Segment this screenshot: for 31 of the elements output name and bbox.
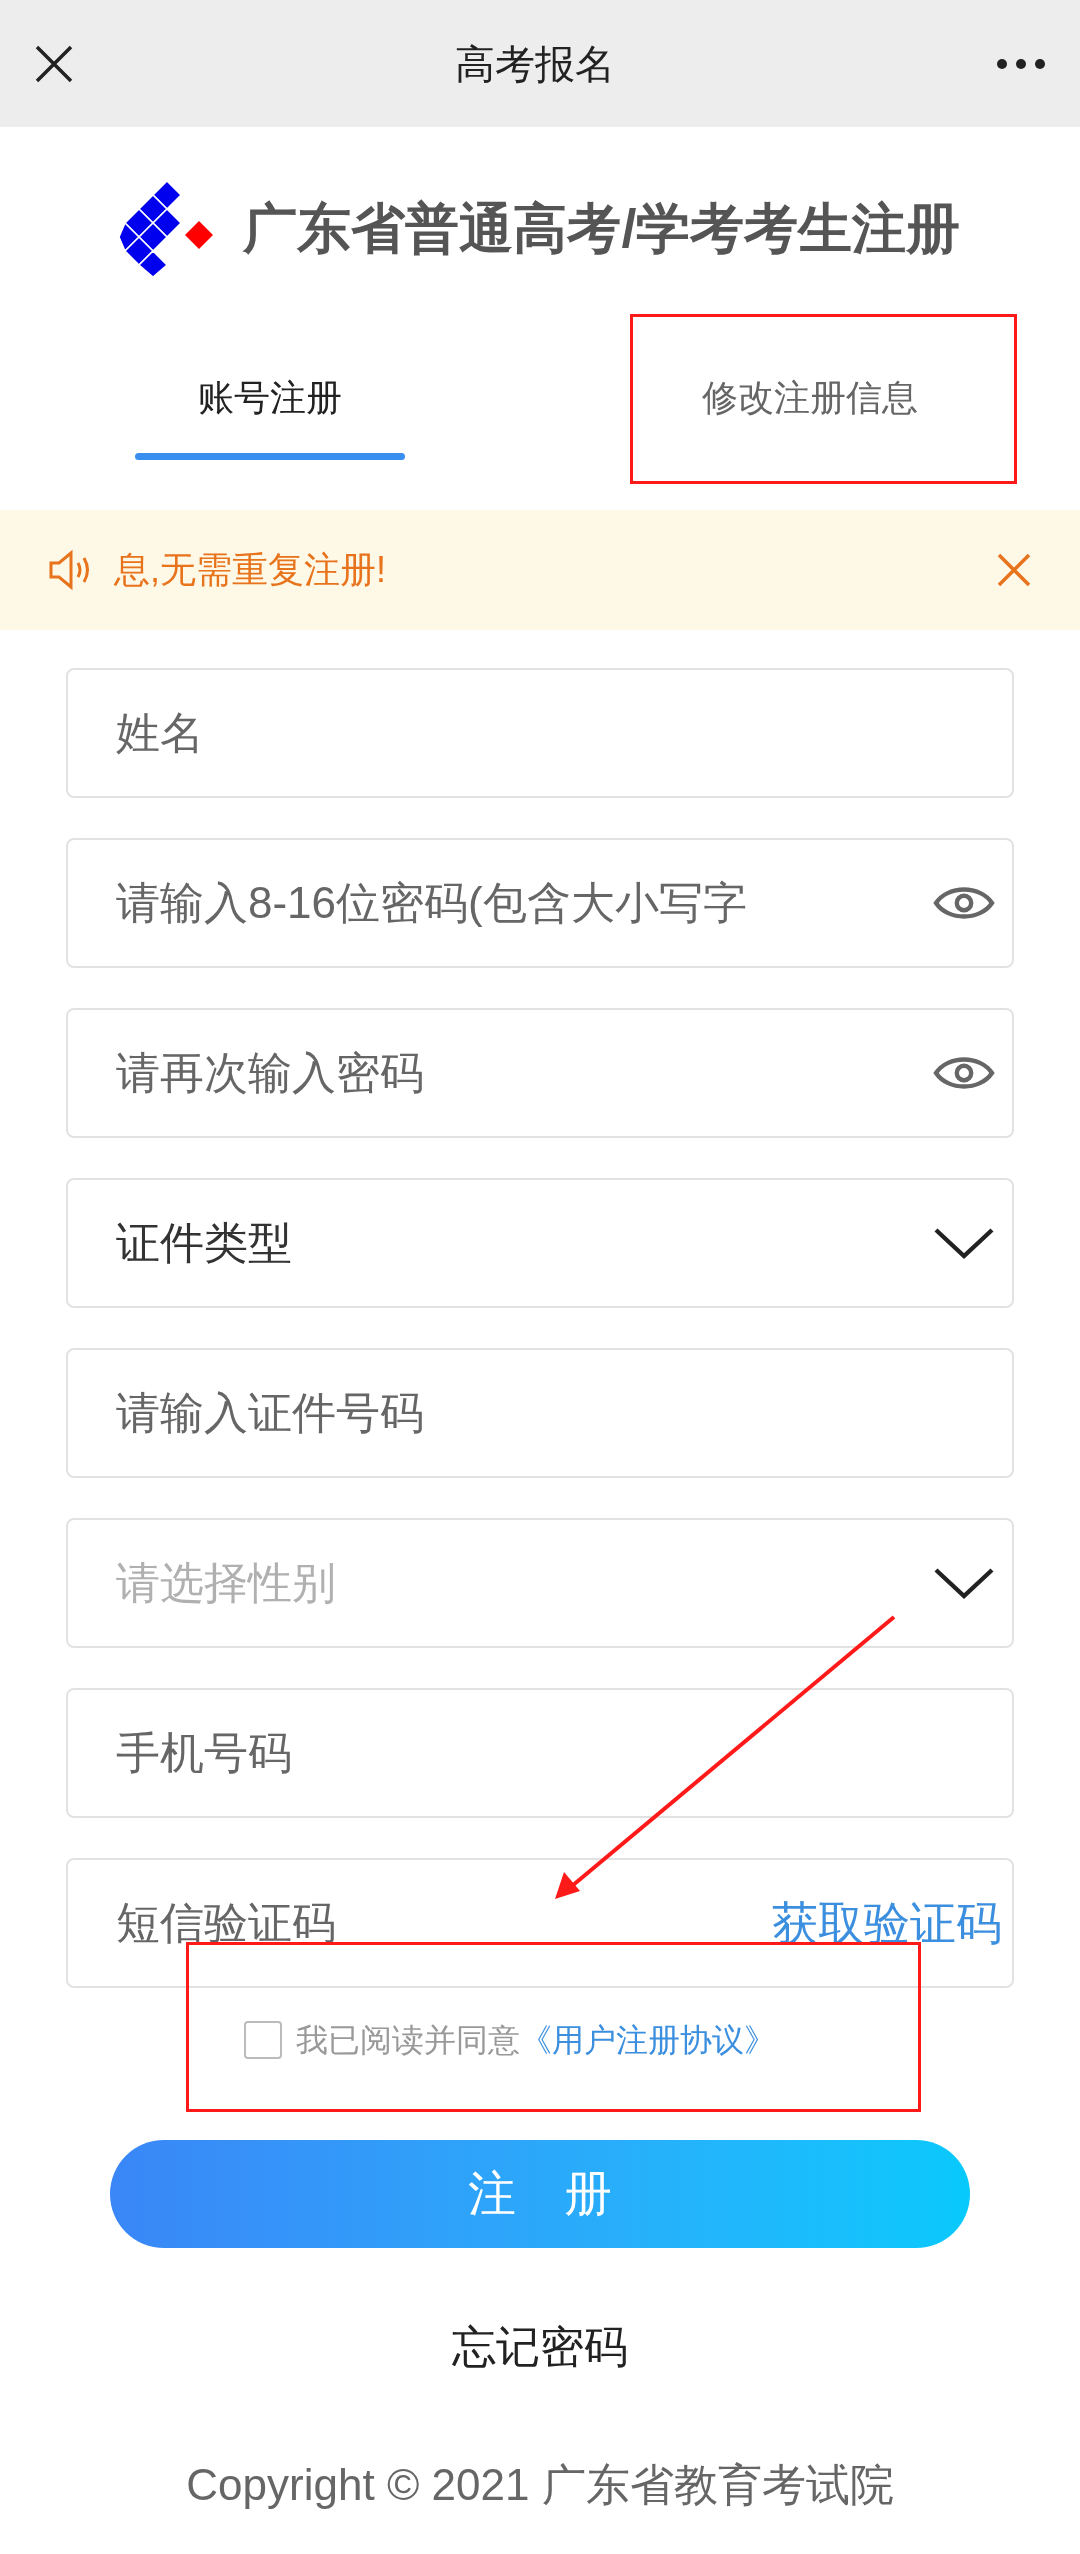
text-input[interactable]: 姓名 [116, 700, 996, 766]
window-title: 高考报名 [455, 40, 615, 88]
input-field[interactable]: 姓名 [66, 668, 1014, 798]
text-input[interactable]: 请再次输入密码 [116, 1040, 924, 1106]
text-input[interactable]: 手机号码 [116, 1720, 996, 1786]
close-icon[interactable] [34, 43, 74, 84]
notice-text: 息,无需重复注册! [114, 548, 387, 592]
text-input[interactable]: 请输入8-16位密码(包含大小写字 [116, 870, 924, 936]
input-field[interactable]: 请输入8-16位密码(包含大小写字 [66, 838, 1014, 968]
input-field[interactable]: 短信验证码 获取验证码 [66, 1858, 1014, 1988]
input-field[interactable]: 请输入证件号码 [66, 1348, 1014, 1478]
get-code-link[interactable]: 获取验证码 [772, 1888, 1002, 1958]
agreement-link[interactable]: 《用户注册协议》 [520, 2022, 776, 2058]
copyright-text: Copyright © 2021 广东省教育考试院 [186, 2459, 894, 2511]
forgot-password-link[interactable]: 忘记密码 [452, 2314, 628, 2380]
input-field[interactable]: 手机号码 [66, 1688, 1014, 1818]
register-button[interactable]: 注 册 [110, 2140, 970, 2248]
more-icon[interactable] [996, 57, 1046, 70]
input-field[interactable]: 请再次输入密码 [66, 1008, 1014, 1138]
select-field[interactable]: 请选择性别 [66, 1518, 1014, 1648]
chevron-down-icon [932, 1226, 996, 1260]
text-input[interactable]: 请输入证件号码 [116, 1380, 996, 1446]
chevron-down-icon [932, 1566, 996, 1600]
checkbox[interactable] [244, 2021, 282, 2059]
text-input[interactable]: 短信验证码 [116, 1890, 764, 1956]
select-field[interactable]: 证件类型 [66, 1178, 1014, 1308]
page-title: 广东省普通高考/学考考生注册 [243, 197, 961, 260]
tab[interactable]: 账号注册 [0, 330, 540, 510]
logo-icon [119, 180, 216, 277]
agreement-text: 我已阅读并同意《用户注册协议》 [296, 2021, 776, 2060]
tab[interactable]: 修改注册信息 [540, 330, 1080, 510]
